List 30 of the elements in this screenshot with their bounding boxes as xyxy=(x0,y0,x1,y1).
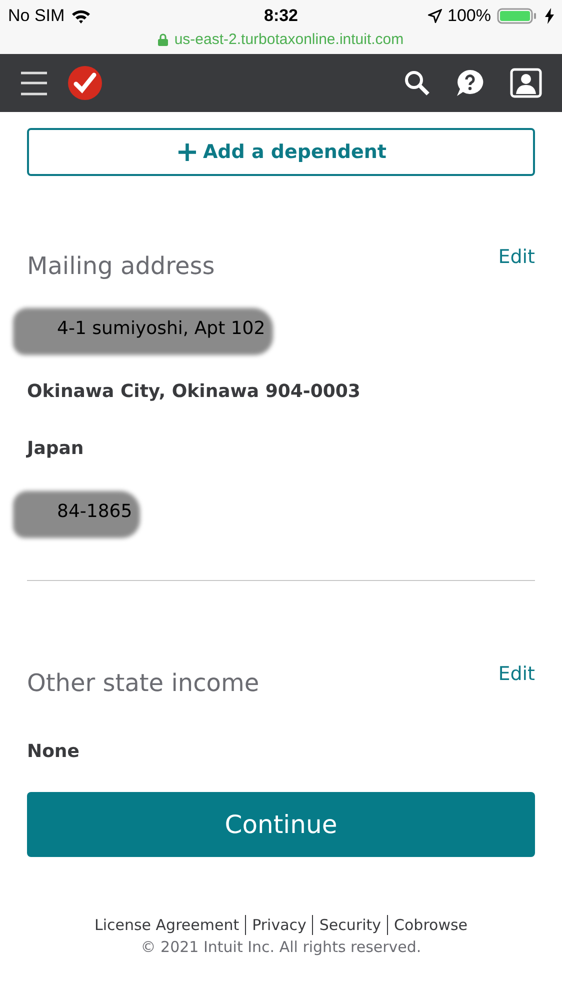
battery-icon xyxy=(497,8,539,24)
clock: 8:32 xyxy=(264,6,298,26)
url-text[interactable]: us-east-2.turbotaxonline.intuit.com xyxy=(174,31,404,48)
footer-link[interactable]: Privacy xyxy=(246,916,312,934)
location-arrow-icon xyxy=(428,9,442,23)
edit-link[interactable]: Edit xyxy=(498,663,535,685)
section-title: Mailing address xyxy=(27,252,215,280)
footer-link[interactable]: Security xyxy=(313,916,388,934)
wifi-icon xyxy=(70,8,91,24)
footer-link[interactable]: Cobrowse xyxy=(388,916,474,934)
help-icon[interactable] xyxy=(456,69,484,97)
detail-text: None xyxy=(27,741,80,762)
edit-link[interactable]: Edit xyxy=(498,246,535,268)
menu-icon[interactable] xyxy=(20,69,48,97)
section-title: Other state income xyxy=(27,669,260,697)
charging-bolt-icon xyxy=(545,8,554,24)
search-icon[interactable] xyxy=(404,70,430,96)
detail-text: Okinawa City, Okinawa 904-0003 xyxy=(27,381,360,402)
redacted-detail-text: 84-1865 xyxy=(56,501,132,522)
continue-button[interactable]: Continue xyxy=(27,792,535,857)
carrier-label: No SIM xyxy=(8,6,65,26)
battery-percent: 100% xyxy=(448,6,491,26)
checkmark-logo-icon[interactable] xyxy=(68,66,102,100)
add-dependent-button[interactable]: +Add a dependent xyxy=(27,128,535,176)
copyright-text: © 2021 Intuit Inc. All rights reserved. xyxy=(140,938,422,956)
expert-video-icon[interactable] xyxy=(510,68,542,98)
footer-link[interactable]: License Agreement xyxy=(88,916,246,934)
lock-icon xyxy=(158,33,168,46)
redacted-detail-text: 4-1 sumiyoshi, Apt 102 xyxy=(56,318,266,339)
detail-text: Japan xyxy=(27,438,84,459)
